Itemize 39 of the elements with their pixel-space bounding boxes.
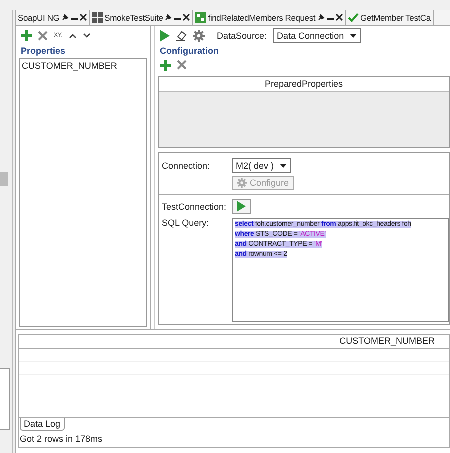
close-icon[interactable] xyxy=(183,14,190,21)
up-icon[interactable] xyxy=(68,32,77,38)
field-edge xyxy=(0,368,10,430)
data-log-tab[interactable]: Data Log xyxy=(20,418,65,431)
property-item[interactable]: CUSTOMER_NUMBER xyxy=(22,61,144,71)
datasource-dropdown[interactable]: Data Connection xyxy=(273,28,362,43)
down-icon[interactable] xyxy=(82,32,91,38)
panel-edge xyxy=(0,172,8,186)
pin-icon[interactable] xyxy=(318,14,325,21)
editor-tab[interactable]: GetMember TestCa xyxy=(346,10,434,25)
close-icon[interactable] xyxy=(336,14,343,21)
connection-dropdown[interactable]: M2( dev ) xyxy=(232,158,292,173)
pin-icon[interactable] xyxy=(165,14,172,21)
add-icon[interactable] xyxy=(160,60,171,70)
dropdown-icon xyxy=(280,164,288,168)
test-connection-button[interactable] xyxy=(232,199,251,214)
check-icon xyxy=(348,12,359,23)
settings-icon xyxy=(237,178,247,188)
pin-icon[interactable] xyxy=(62,14,69,21)
datasource-label: DataSource: xyxy=(217,30,268,40)
sql-query-label: SQL Query: xyxy=(162,218,210,228)
grid-icon xyxy=(92,12,103,23)
close-icon[interactable] xyxy=(80,14,87,21)
run-icon[interactable] xyxy=(160,30,170,42)
settings-icon[interactable] xyxy=(193,30,205,42)
editor-tab[interactable]: SoapUI NG xyxy=(16,10,90,25)
column-header: CUSTOMER_NUMBER xyxy=(340,336,435,346)
test-connection-label: TestConnection: xyxy=(162,202,228,212)
editor-tab[interactable]: SmokeTestSuite xyxy=(90,10,194,25)
editor-tab[interactable]: findRelatedMembers Request xyxy=(193,10,346,25)
dropdown-icon xyxy=(350,34,358,38)
connection-label: Connection: xyxy=(162,160,212,170)
remove-icon[interactable] xyxy=(177,60,187,70)
remove-icon[interactable] xyxy=(38,30,48,40)
add-icon[interactable] xyxy=(21,30,32,41)
eraser-icon[interactable] xyxy=(176,30,187,41)
properties-heading: Properties xyxy=(21,46,67,56)
status-message: Got 2 rows in 178ms xyxy=(19,433,104,446)
configuration-heading: Configuration xyxy=(160,46,220,56)
